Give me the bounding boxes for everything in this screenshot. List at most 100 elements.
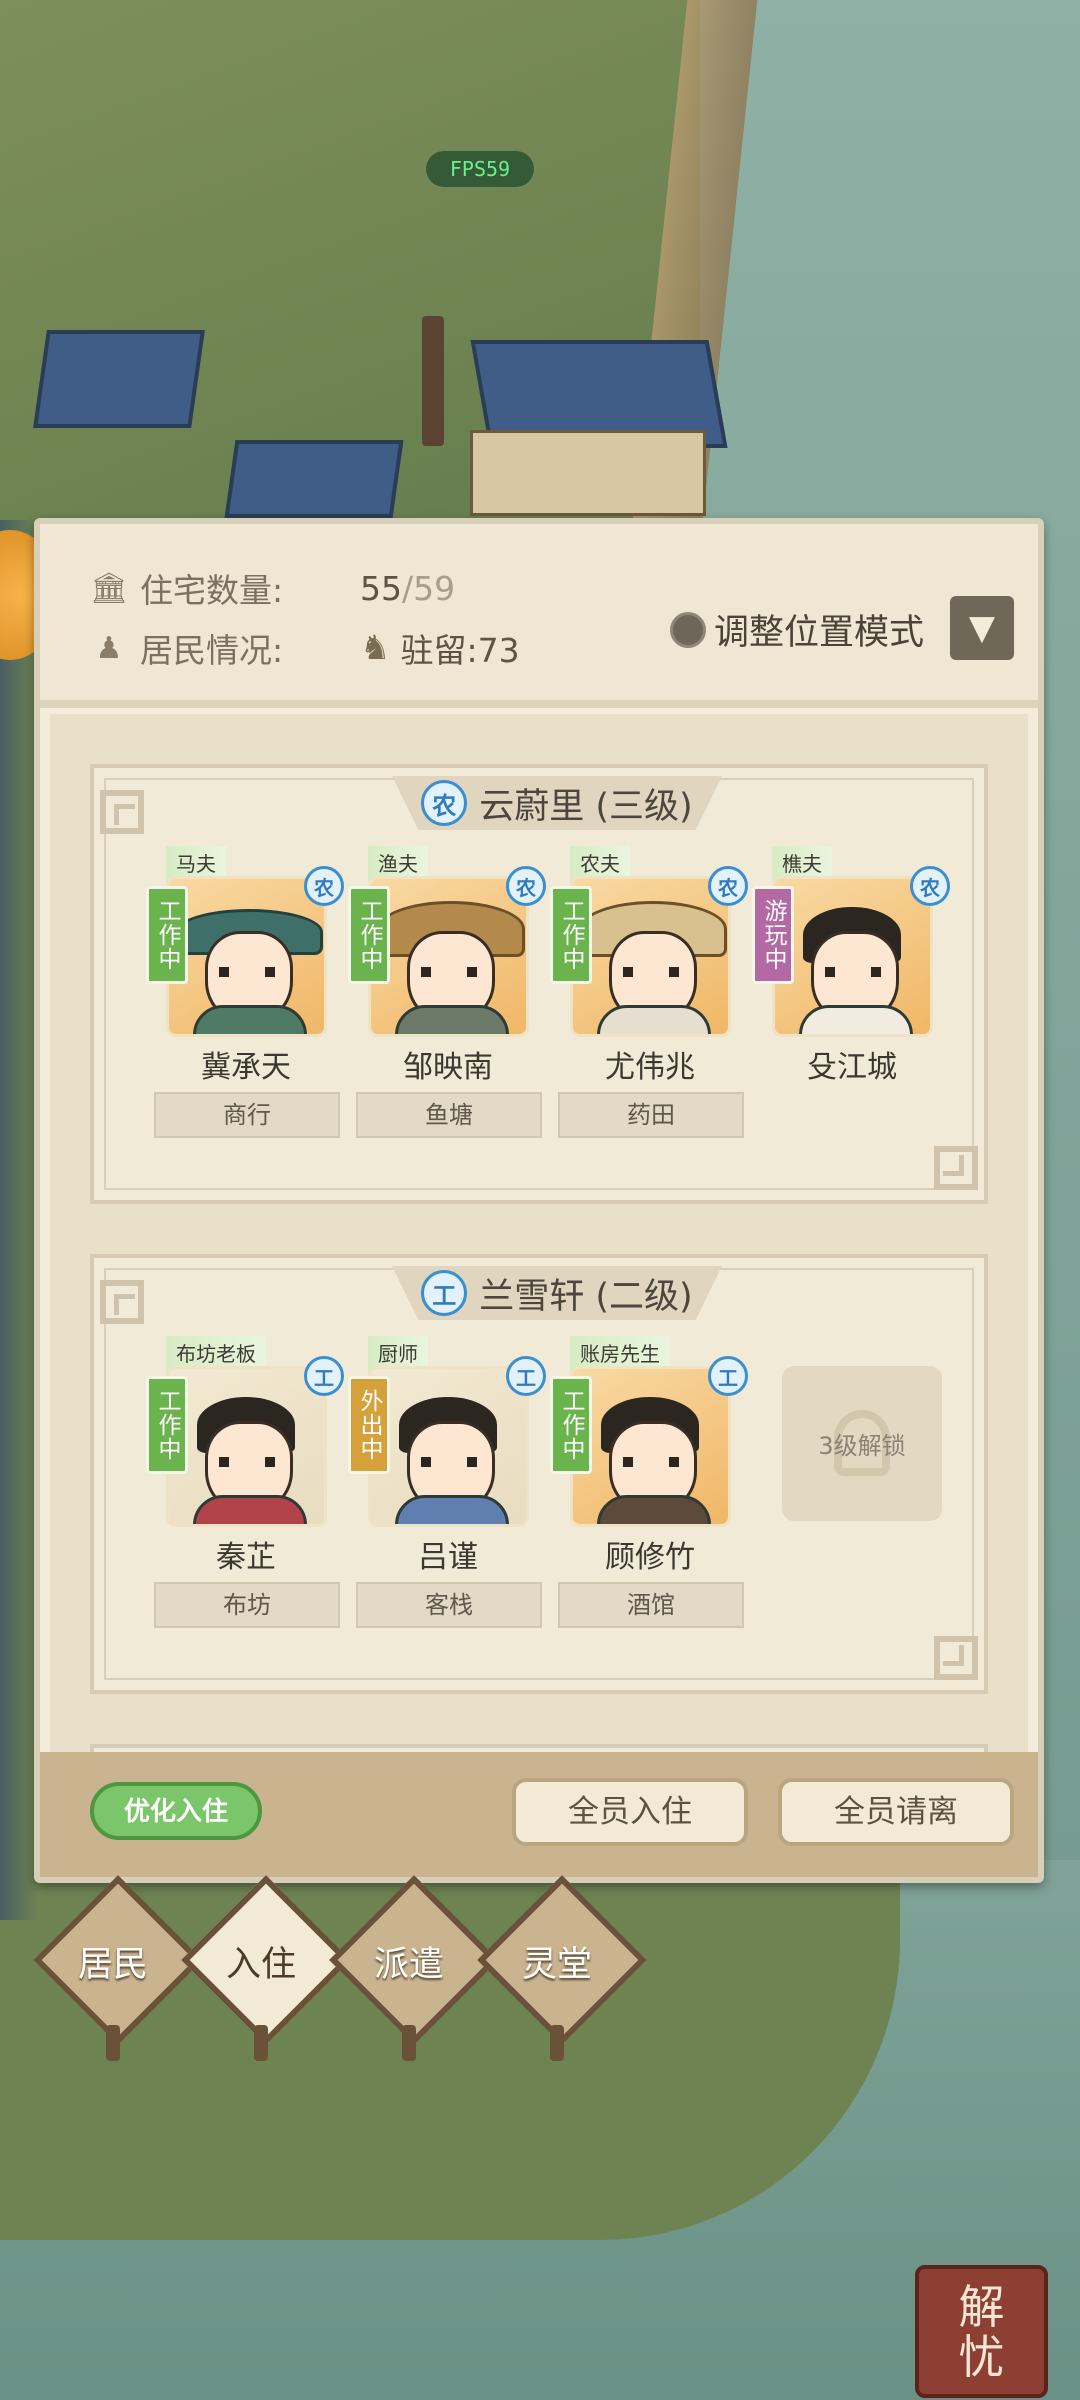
resident-name: 吕谨 xyxy=(418,1540,478,1575)
tab-label: 灵堂 xyxy=(521,1945,592,1985)
farm-type-icon: 农 xyxy=(506,866,546,906)
locked-slot[interactable]: 3级解锁 xyxy=(752,1336,942,1656)
house-card: 农 云蔚里 (三级) 马夫 工作中 农 冀承天 商行 渔夫 工作中 农 邹映南 … xyxy=(90,764,988,1204)
resident-slot[interactable]: 樵夫 游玩中 农 殳江城 xyxy=(752,846,950,1166)
optimize-move-in-button[interactable]: 优化入住 xyxy=(90,1782,262,1840)
adjust-position-label: 调整位置模式 xyxy=(714,613,925,653)
map-building[interactable] xyxy=(33,330,205,428)
resident-status-row: ♟ 居民情况: ♞ 驻留:73 xyxy=(90,624,520,672)
resident-slot[interactable]: 厨师 外出中 工 吕谨 客栈 xyxy=(348,1336,546,1656)
map-building-wall xyxy=(470,430,706,516)
house-card: 工 兰雪轩 (二级) 布坊老板 工作中 工 秦芷 布坊 厨师 外出中 工 吕谨 … xyxy=(90,1254,988,1694)
resident-slot[interactable]: 马夫 工作中 农 冀承天 商行 xyxy=(146,846,344,1166)
resident-portrait[interactable] xyxy=(368,1366,529,1527)
jieyou-stamp-button[interactable]: 解 忧 xyxy=(915,2265,1048,2398)
stamp-char-top: 解 xyxy=(958,2279,1005,2334)
resident-slot[interactable]: 农夫 工作中 农 尤伟兆 药田 xyxy=(550,846,748,1166)
status-working-badge: 工作中 xyxy=(146,886,188,984)
housing-count-label: 住宅数量: xyxy=(140,571,284,610)
farm-type-icon: 农 xyxy=(910,866,950,906)
stamp-char-bottom: 忧 xyxy=(958,2329,1005,2384)
workplace-button[interactable]: 药田 xyxy=(558,1092,744,1138)
status-working-badge: 工作中 xyxy=(550,1376,592,1474)
tab-residents[interactable]: 居民 xyxy=(33,1875,203,2061)
resident-portrait[interactable] xyxy=(166,1366,327,1527)
stationed-count: 驻留:73 xyxy=(400,631,520,670)
filter-button[interactable]: ▼ xyxy=(950,596,1014,660)
workplace-button[interactable]: 酒馆 xyxy=(558,1582,744,1628)
workplace-button[interactable]: 客栈 xyxy=(356,1582,542,1628)
resident-slot[interactable]: 布坊老板 工作中 工 秦芷 布坊 xyxy=(146,1336,344,1656)
farm-type-icon: 农 xyxy=(421,780,468,826)
workplace-button[interactable]: 鱼塘 xyxy=(356,1092,542,1138)
house-title: 工 兰雪轩 (二级) xyxy=(392,1266,722,1320)
status-out-badge: 外出中 xyxy=(348,1376,390,1474)
portrait-eyes xyxy=(623,1457,679,1467)
portrait-eyes xyxy=(219,1457,275,1467)
map-building[interactable] xyxy=(224,440,404,518)
house-icon: 🏛 xyxy=(89,570,129,606)
resident-slot[interactable]: 渔夫 工作中 农 邹映南 鱼塘 xyxy=(348,846,546,1166)
workplace-button[interactable]: 商行 xyxy=(154,1092,340,1138)
tab-tassel xyxy=(254,2025,268,2061)
toggle-radio-icon[interactable] xyxy=(670,611,706,648)
panel-footer: 优化入住 全员入住 全员请离 xyxy=(40,1752,1038,1877)
portrait-eyes xyxy=(219,967,275,977)
portrait-eyes xyxy=(421,1457,477,1467)
house-list[interactable]: 农 云蔚里 (三级) 马夫 工作中 农 冀承天 商行 渔夫 工作中 农 邹映南 … xyxy=(50,714,1028,1764)
resident-name: 秦芷 xyxy=(216,1540,276,1575)
resident-portrait[interactable] xyxy=(570,1366,731,1527)
resident-portrait[interactable] xyxy=(368,876,529,1037)
tab-label: 入住 xyxy=(225,1945,296,1985)
resident-portrait[interactable] xyxy=(570,876,731,1037)
corner-ornament xyxy=(100,1280,144,1324)
resident-name: 顾修竹 xyxy=(605,1540,695,1575)
unlock-requirement: 3级解锁 xyxy=(818,1432,906,1460)
resident-name: 邹映南 xyxy=(403,1050,493,1085)
resident-status-label: 居民情况: xyxy=(140,631,284,670)
workplace-button[interactable]: 布坊 xyxy=(154,1582,340,1628)
resident-portrait[interactable] xyxy=(166,876,327,1037)
house-name: 兰雪轩 (二级) xyxy=(479,1276,693,1317)
panel-header: 🏛 住宅数量: 55/59 ♟ 居民情况: ♞ 驻留:73 调整位置模式 ▼ xyxy=(40,524,1038,704)
all-leave-button[interactable]: 全员请离 xyxy=(778,1778,1014,1846)
portrait-body xyxy=(395,1495,509,1524)
corner-ornament xyxy=(100,790,144,834)
tab-label: 派遣 xyxy=(373,1945,444,1985)
resident-name: 尤伟兆 xyxy=(605,1050,695,1085)
status-working-badge: 工作中 xyxy=(550,886,592,984)
fps-counter: FPS59 xyxy=(426,151,534,187)
tab-label: 居民 xyxy=(77,1945,148,1985)
resident-name: 冀承天 xyxy=(201,1050,291,1085)
status-playing-badge: 游玩中 xyxy=(752,886,794,984)
header-divider xyxy=(40,700,1038,708)
tab-memorial-hall[interactable]: 灵堂 xyxy=(477,1875,647,2061)
tab-tassel xyxy=(402,2025,416,2061)
portrait-body xyxy=(597,1005,711,1034)
tab-tassel xyxy=(106,2025,120,2061)
resident-slot[interactable]: 账房先生 工作中 工 顾修竹 酒馆 xyxy=(550,1336,748,1656)
portrait-eyes xyxy=(825,967,881,977)
all-move-in-button[interactable]: 全员入住 xyxy=(512,1778,748,1846)
inn-signpost[interactable] xyxy=(422,316,444,446)
craft-type-icon: 工 xyxy=(506,1356,546,1396)
horse-icon: ♞ xyxy=(360,628,391,668)
farm-type-icon: 农 xyxy=(708,866,748,906)
craft-type-icon: 工 xyxy=(708,1356,748,1396)
adjust-position-toggle[interactable]: 调整位置模式 xyxy=(670,604,924,655)
portrait-body xyxy=(193,1495,307,1524)
resident-portrait[interactable] xyxy=(772,876,933,1037)
portrait-eyes xyxy=(623,967,679,977)
housing-total: /59 xyxy=(402,568,456,608)
locked-slot-box[interactable]: 3级解锁 xyxy=(782,1366,942,1521)
farm-type-icon: 农 xyxy=(304,866,344,906)
housing-count-row: 🏛 住宅数量: 55/59 xyxy=(90,564,455,612)
status-working-badge: 工作中 xyxy=(146,1376,188,1474)
tab-move-in[interactable]: 入住 xyxy=(181,1875,351,2061)
resident-icon: ♟ xyxy=(95,630,123,666)
housing-current: 55 xyxy=(360,568,402,608)
tab-dispatch[interactable]: 派遣 xyxy=(329,1875,499,2061)
craft-type-icon: 工 xyxy=(304,1356,344,1396)
housing-panel: 🏛 住宅数量: 55/59 ♟ 居民情况: ♞ 驻留:73 调整位置模式 ▼ 农… xyxy=(34,518,1044,1883)
housing-count-value: 55/59 xyxy=(360,569,455,608)
